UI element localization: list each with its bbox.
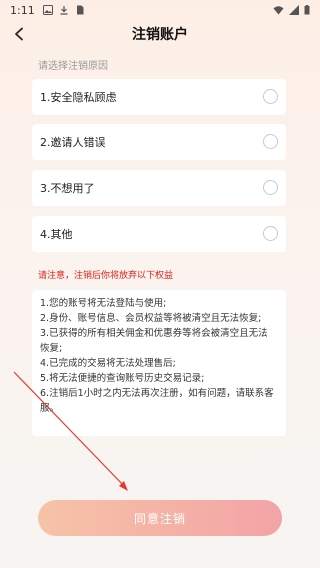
reason-label: 2.邀请人错误 (40, 136, 106, 149)
status-time: 1:11 (10, 3, 35, 17)
reason-option-not-using[interactable]: 3.不想用了 (32, 170, 286, 206)
battery-icon (304, 5, 310, 15)
reasons-section-label: 请选择注销原因 (38, 61, 108, 72)
system-icons (273, 5, 310, 15)
radio-button[interactable] (263, 134, 278, 149)
agree-cancel-button[interactable]: 同意注销 (38, 500, 282, 536)
terms-line: 5.将无法便捷的查询账号历史交易记录; (40, 373, 205, 384)
reason-option-privacy[interactable]: 1.安全隐私顾虑 (32, 79, 286, 115)
terms-line: 3.已获得的所有相关佣金和优惠券等将会被清空且无法 (40, 328, 268, 339)
terms-line: 服。 (40, 403, 60, 414)
warning-text: 请注意，注销后你将放弃以下权益 (38, 271, 174, 281)
notification-icons (42, 5, 85, 15)
page-title: 注销账户 (132, 27, 188, 43)
radio-button[interactable] (263, 226, 278, 241)
reason-label: 1.安全隐私顾虑 (40, 91, 117, 104)
signal-icon (289, 5, 299, 15)
reason-option-other[interactable]: 4.其他 (32, 216, 286, 252)
status-bar: 1:11 (0, 0, 320, 20)
terms-line: 2.身份、账号信息、会员权益等将被清空且无法恢复; (40, 313, 262, 324)
navigation-bar: 注销账户 (0, 20, 320, 48)
terms-box: 1.您的账号将无法登陆与使用; 2.身份、账号信息、会员权益等将被清空且无法恢复… (32, 290, 286, 436)
terms-line: 4.已完成的交易将无法处理售后; (40, 358, 176, 369)
document-icon (76, 5, 84, 15)
terms-line: 1.您的账号将无法登陆与使用; (40, 298, 167, 309)
chevron-left-icon (15, 27, 23, 41)
radio-button[interactable] (263, 180, 278, 195)
back-button[interactable] (8, 23, 30, 45)
wifi-icon (273, 6, 284, 15)
reason-option-inviter[interactable]: 2.邀请人错误 (32, 124, 286, 160)
reason-label: 4.其他 (40, 228, 73, 241)
download-icon (60, 6, 68, 15)
terms-line: 恢复; (40, 343, 63, 354)
terms-line: 6.注销后1小时之内无法再次注册，如有问题，请联系客 (40, 388, 274, 399)
radio-button[interactable] (263, 89, 278, 104)
reason-label: 3.不想用了 (40, 182, 95, 195)
image-icon (42, 5, 53, 15)
